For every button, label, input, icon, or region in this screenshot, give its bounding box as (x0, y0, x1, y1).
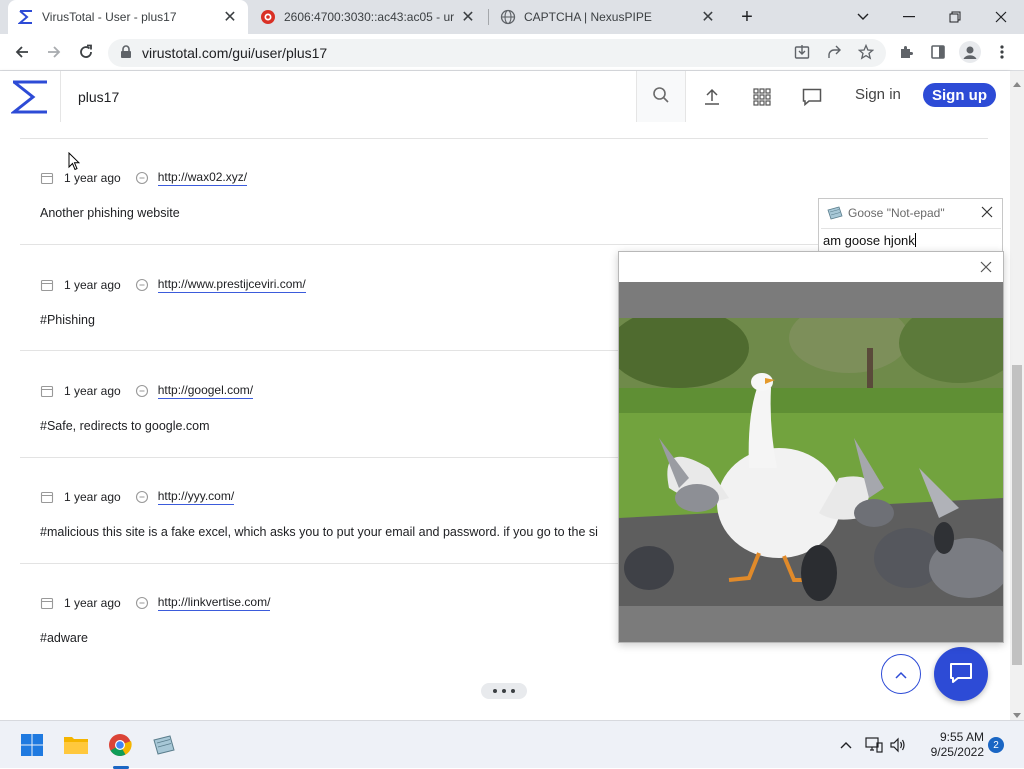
comment-url-link[interactable]: http://wax02.xyz/ (157, 170, 248, 186)
scrollbar-thumb[interactable] (1012, 365, 1022, 665)
load-more-button[interactable] (481, 683, 527, 699)
close-icon[interactable] (976, 257, 996, 277)
virustotal-logo-icon[interactable] (0, 71, 61, 122)
tab-title: CAPTCHA | NexusPIPE (524, 10, 652, 24)
volume-icon[interactable] (882, 729, 914, 761)
calendar-icon (40, 490, 54, 504)
notepad-title: Goose "Not-epad" (848, 206, 945, 220)
address-bar[interactable]: virustotal.com/gui/user/plus17 (108, 39, 886, 67)
restore-button[interactable] (932, 0, 978, 34)
url-icon (135, 171, 149, 185)
virustotal-header: plus17 Sign in Sign up (0, 71, 1010, 122)
calendar-icon (40, 384, 54, 398)
new-tab-button[interactable]: + (727, 0, 767, 34)
tab-virustotal[interactable]: VirusTotal - User - plus17 ✕ (8, 0, 248, 34)
file-explorer-icon[interactable] (60, 729, 92, 761)
url-icon (135, 596, 149, 610)
search-value: plus17 (78, 88, 120, 105)
close-icon[interactable] (978, 203, 996, 221)
text-cursor (914, 233, 916, 247)
browser-tab-strip: VirusTotal - User - plus17 ✕ 2606:4700:3… (0, 0, 1024, 34)
tab-title: VirusTotal - User - plus17 (42, 10, 177, 24)
goose-app-icon[interactable] (148, 729, 180, 761)
calendar-icon (40, 278, 54, 292)
goose-notepad-window: Goose "Not-epad" am goose hjonk (818, 198, 1003, 258)
close-window-button[interactable] (978, 0, 1024, 34)
notepad-text: am goose hjonk (823, 233, 915, 248)
calendar-icon (40, 596, 54, 610)
minimize-button[interactable] (886, 0, 932, 34)
comment-url-link[interactable]: http://googel.com/ (157, 383, 254, 399)
lock-icon[interactable] (120, 44, 132, 62)
page-scrollbar[interactable] (1010, 71, 1024, 720)
tab-separator (488, 9, 489, 25)
notepad-icon (827, 206, 843, 220)
virustotal-icon (18, 9, 34, 25)
close-tab-icon[interactable]: ✕ (460, 9, 476, 26)
scroll-to-top-button[interactable] (881, 654, 921, 694)
share-icon[interactable] (820, 38, 848, 66)
search-icon (652, 86, 670, 107)
sign-in-link[interactable]: Sign in (855, 86, 901, 103)
dot-icon (493, 689, 497, 693)
close-tab-icon[interactable]: ✕ (700, 9, 716, 26)
mouse-cursor-icon (68, 151, 81, 174)
bookmark-star-icon[interactable] (852, 38, 880, 66)
search-input[interactable]: plus17 (62, 71, 636, 122)
goose-gif-window (618, 251, 1004, 643)
tab-captcha[interactable]: CAPTCHA | NexusPIPE ✕ (490, 0, 726, 34)
tab-title: 2606:4700:3030::ac43:ac05 - urls (284, 10, 454, 24)
scroll-up-icon[interactable] (1013, 75, 1021, 87)
clock-time: 9:55 AM (939, 730, 984, 744)
chrome-icon[interactable] (104, 729, 136, 761)
install-app-icon[interactable] (788, 38, 816, 66)
divider (20, 138, 988, 139)
close-tab-icon[interactable]: ✕ (222, 9, 238, 26)
url-text: virustotal.com/gui/user/plus17 (142, 45, 328, 61)
sign-up-button[interactable]: Sign up (923, 83, 996, 107)
system-clock[interactable]: 9:55 AM 9/25/2022 (914, 730, 984, 760)
upload-icon[interactable] (698, 83, 726, 111)
url-icon (135, 278, 149, 292)
calendar-icon (40, 171, 54, 185)
url-icon (135, 384, 149, 398)
back-icon[interactable] (8, 38, 36, 66)
scroll-down-icon[interactable] (1013, 707, 1021, 718)
tab-search-icon[interactable] (840, 0, 886, 34)
browser-toolbar: virustotal.com/gui/user/plus17 (0, 34, 1024, 71)
urlscan-icon (260, 9, 276, 25)
comment-age: 1 year ago (64, 596, 121, 610)
comment-url-link[interactable]: http://linkvertise.com/ (157, 595, 271, 611)
comments-icon[interactable] (798, 83, 826, 111)
comment-age: 1 year ago (64, 384, 121, 398)
chat-bubble-icon (949, 662, 973, 687)
forward-icon[interactable] (40, 38, 68, 66)
chevron-up-icon (895, 667, 907, 682)
side-panel-icon[interactable] (924, 38, 952, 66)
tab-urlscan[interactable]: 2606:4700:3030::ac43:ac05 - urls ✕ (250, 0, 486, 34)
dot-icon (511, 689, 515, 693)
apps-grid-icon[interactable] (748, 83, 776, 111)
browser-menu-icon[interactable] (988, 38, 1016, 66)
notepad-text-area[interactable]: am goose hjonk (821, 228, 1001, 252)
extensions-icon[interactable] (892, 38, 920, 66)
dot-icon (502, 689, 506, 693)
profile-avatar-icon[interactable] (956, 38, 984, 66)
gif-frame (619, 282, 1003, 642)
chat-button[interactable] (934, 647, 988, 701)
comment-url-link[interactable]: http://yyy.com/ (157, 489, 235, 505)
comment-age: 1 year ago (64, 490, 121, 504)
url-icon (135, 490, 149, 504)
windows-taskbar: 9:55 AM 9/25/2022 2 (0, 720, 1024, 769)
notification-badge[interactable]: 2 (988, 737, 1004, 753)
goose-gif-image (619, 318, 1003, 606)
comment-age: 1 year ago (64, 278, 121, 292)
comment-url-link[interactable]: http://www.prestijceviri.com/ (157, 277, 306, 293)
clock-date: 9/25/2022 (930, 745, 984, 759)
globe-icon (500, 9, 516, 25)
search-button[interactable] (636, 71, 686, 122)
reload-icon[interactable] (72, 38, 100, 66)
windows-start-icon[interactable] (16, 729, 48, 761)
